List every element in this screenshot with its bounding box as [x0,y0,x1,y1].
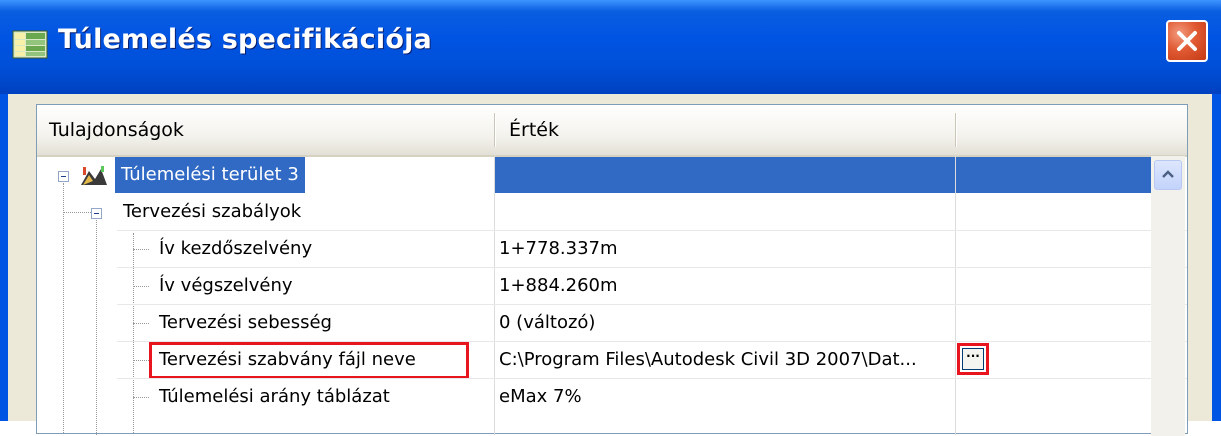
row-property-cell: Tervezési sebesség [37,305,494,341]
window-frame-left [0,94,8,421]
header-value[interactable]: Érték [497,105,955,155]
highlight-box-button [957,343,989,375]
row-label: Ív kezdőszelvény [159,238,313,259]
vertical-scrollbar[interactable] [1151,156,1185,436]
header-properties[interactable]: Tulajdonságok [37,105,495,155]
close-icon [1177,31,1197,51]
tree-row-design-speed[interactable]: Tervezési sebesség 0 (változó) [37,305,1187,342]
header-divider[interactable] [955,113,957,147]
row-value[interactable]: 0 (változó) [495,305,955,341]
row-value[interactable]: eMax 7% [495,379,955,415]
collapse-toggle[interactable] [58,171,69,182]
chevron-up-icon [1162,170,1174,178]
tree-line [63,212,91,213]
tree-row-superelevation-rate-table[interactable]: Túlemelési arány táblázat eMax 7% [37,379,1187,416]
header-divider[interactable] [494,113,496,147]
tree-row-curve-end-station[interactable]: Ív végszelvény 1+884.260m [37,268,1187,305]
row-label: Túlemelési terület 3 [115,157,305,193]
highlight-box-label [149,342,469,379]
row-label: Túlemelési arány táblázat [159,386,390,407]
row-label: Tervezési szabályok [123,201,302,222]
row-property-cell: Ív kezdőszelvény [37,231,494,267]
superelevation-region-icon [81,166,107,185]
close-button[interactable] [1166,20,1208,62]
tree-line [133,286,149,287]
title-bar[interactable]: Túlemelés specifikációja [0,0,1221,94]
superelevation-app-icon [12,30,48,59]
tree-line [133,360,149,361]
row-label: Ív végszelvény [159,275,293,296]
tree-line [133,249,149,250]
row-property-cell: Túlemelési terület 3 [37,157,494,193]
tree-row-design-standard-file[interactable]: Tervezési szabvány fájl neve C:\Program … [37,342,1187,379]
row-property-cell: Túlemelési arány táblázat [37,379,494,415]
row-value[interactable]: 1+884.260m [495,268,955,304]
row-property-cell: Tervezési szabályok [37,194,494,230]
tree-row-region[interactable]: Túlemelési terület 3 [37,157,1187,194]
tree-line [133,397,149,398]
collapse-toggle[interactable] [91,208,102,219]
row-value[interactable] [495,194,955,230]
tree-row-curve-start-station[interactable]: Ív kezdőszelvény 1+778.337m [37,231,1187,268]
tree-row-design-rules[interactable]: Tervezési szabályok [37,194,1187,231]
window-title: Túlemelés specifikációja [58,24,432,55]
grid-header: Tulajdonságok Érték [37,105,1187,157]
property-grid: Tulajdonságok Érték Túlemelési terület 3 [36,104,1188,436]
tree-line [133,323,149,324]
scroll-up-button[interactable] [1154,160,1182,190]
window-frame-right [1212,94,1221,421]
row-property-cell: Ív végszelvény [37,268,494,304]
dialog-window: Túlemelés specifikációja Tulajdonságok É… [0,0,1221,436]
row-extra-cell [956,157,1151,193]
row-value[interactable]: C:\Program Files\Autodesk Civil 3D 2007\… [495,342,915,378]
row-value [495,157,955,193]
row-value[interactable]: 1+778.337m [495,231,955,267]
row-label: Tervezési sebesség [159,312,332,333]
